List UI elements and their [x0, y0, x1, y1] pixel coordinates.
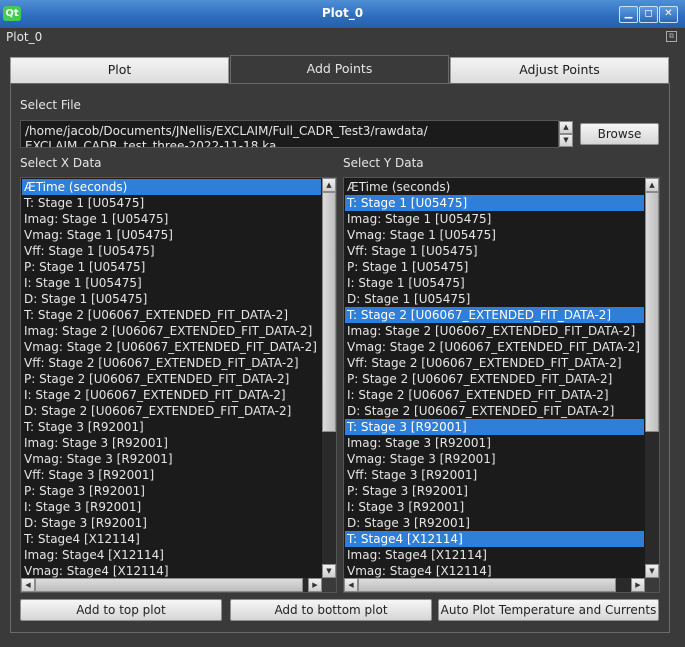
x-list-scroll-thumb[interactable]	[322, 192, 336, 432]
scroll-up-arrow-icon[interactable]: ▲	[559, 121, 573, 134]
tab-bar: Plot Add Points Adjust Points	[10, 55, 670, 84]
float-dock-icon[interactable]: ⧉	[666, 31, 677, 42]
tab-adjust-points[interactable]: Adjust Points	[450, 57, 669, 83]
scroll-left-arrow-icon[interactable]: ◀	[344, 578, 358, 592]
list-item[interactable]: I: Stage 2 [U06067_EXTENDED_FIT_DATA-2]	[345, 387, 644, 403]
list-item[interactable]: Vff: Stage 3 [R92001]	[22, 467, 321, 483]
dock-title-bar: Plot_0 ⧉	[0, 28, 685, 50]
browse-button[interactable]: Browse	[580, 123, 659, 145]
list-item[interactable]: Imag: Stage4 [X12114]	[345, 547, 644, 563]
y-data-list[interactable]: ÆTime (seconds) T: Stage 1 [U05475] Imag: …	[343, 177, 660, 593]
list-item[interactable]: T: Stage 3 [R92001]	[22, 419, 321, 435]
file-path-line-1: /home/jacob/Documents/JNellis/EXCLAIM/Fu…	[25, 124, 428, 138]
x-list-horizontal-scrollbar[interactable]: ◀ ▶	[21, 578, 322, 592]
list-item[interactable]: T: Stage 1 [U05475]	[345, 195, 644, 211]
scroll-corner	[645, 578, 659, 592]
list-item[interactable]: Imag: Stage 3 [R92001]	[22, 435, 321, 451]
tab-add-points[interactable]: Add Points	[230, 55, 449, 84]
list-item[interactable]: I: Stage 3 [R92001]	[345, 499, 644, 515]
list-item[interactable]: Vmag: Stage 1 [U05475]	[22, 227, 321, 243]
window-title: Plot_0	[321, 6, 364, 20]
scroll-up-arrow-icon[interactable]: ▲	[645, 178, 659, 192]
x-data-items: ÆTime (seconds) T: Stage 1 [U05475] Imag: …	[22, 179, 321, 579]
maximize-button[interactable]: ◻	[639, 6, 658, 23]
x-data-list[interactable]: ÆTime (seconds) T: Stage 1 [U05475] Imag: …	[20, 177, 337, 593]
y-list-hscroll-thumb[interactable]	[358, 578, 616, 592]
list-item[interactable]: Vmag: Stage4 [X12114]	[345, 563, 644, 579]
list-item[interactable]: Imag: Stage 3 [R92001]	[345, 435, 644, 451]
list-item[interactable]: Vmag: Stage 1 [U05475]	[345, 227, 644, 243]
list-item[interactable]: Vff: Stage 2 [U06067_EXTENDED_FIT_DATA-2…	[345, 355, 644, 371]
list-item[interactable]: Vmag: Stage 2 [U06067_EXTENDED_FIT_DATA-…	[22, 339, 321, 355]
title-bar[interactable]: Qt Plot_0 ▁ ◻ ✕	[0, 0, 685, 29]
list-item[interactable]: T: Stage 1 [U05475]	[22, 195, 321, 211]
select-file-label: Select File	[20, 98, 81, 112]
list-item[interactable]: P: Stage 2 [U06067_EXTENDED_FIT_DATA-2]	[345, 371, 644, 387]
list-item[interactable]: I: Stage 1 [U05475]	[345, 275, 644, 291]
list-item[interactable]: Imag: Stage 2 [U06067_EXTENDED_FIT_DATA-…	[345, 323, 644, 339]
list-item[interactable]: D: Stage 1 [U05475]	[22, 291, 321, 307]
y-list-vertical-scrollbar[interactable]: ▲ ▼	[645, 178, 659, 578]
list-item[interactable]: Imag: Stage 1 [U05475]	[345, 211, 644, 227]
y-data-items: ÆTime (seconds) T: Stage 1 [U05475] Imag: …	[345, 179, 644, 579]
list-item[interactable]: D: Stage 3 [R92001]	[345, 515, 644, 531]
scroll-down-arrow-icon[interactable]: ▼	[322, 564, 336, 578]
list-item[interactable]: Vmag: Stage 3 [R92001]	[22, 451, 321, 467]
dock-title: Plot_0	[6, 30, 43, 44]
y-list-horizontal-scrollbar[interactable]: ◀ ▶	[344, 578, 645, 592]
list-item[interactable]: D: Stage 3 [R92001]	[22, 515, 321, 531]
list-item[interactable]: Imag: Stage 1 [U05475]	[22, 211, 321, 227]
scroll-corner	[322, 578, 336, 592]
list-item[interactable]: Vmag: Stage 3 [R92001]	[345, 451, 644, 467]
list-item[interactable]: D: Stage 2 [U06067_EXTENDED_FIT_DATA-2]	[22, 403, 321, 419]
list-item[interactable]: I: Stage 3 [R92001]	[22, 499, 321, 515]
scroll-left-arrow-icon[interactable]: ◀	[21, 578, 35, 592]
select-y-data-label: Select Y Data	[343, 156, 424, 170]
list-item[interactable]: D: Stage 1 [U05475]	[345, 291, 644, 307]
y-list-scroll-thumb[interactable]	[645, 192, 659, 432]
list-item[interactable]: ÆTime (seconds)	[22, 179, 321, 195]
list-item[interactable]: D: Stage 2 [U06067_EXTENDED_FIT_DATA-2]	[345, 403, 644, 419]
list-item[interactable]: P: Stage 3 [R92001]	[345, 483, 644, 499]
x-list-vertical-scrollbar[interactable]: ▲ ▼	[322, 178, 336, 578]
list-item[interactable]: Imag: Stage4 [X12114]	[22, 547, 321, 563]
list-item[interactable]: Imag: Stage 2 [U06067_EXTENDED_FIT_DATA-…	[22, 323, 321, 339]
scroll-right-arrow-icon[interactable]: ▶	[631, 578, 645, 592]
list-item[interactable]: P: Stage 2 [U06067_EXTENDED_FIT_DATA-2]	[22, 371, 321, 387]
file-path-field[interactable]: /home/jacob/Documents/JNellis/EXCLAIM/Fu…	[20, 120, 559, 148]
scroll-down-arrow-icon[interactable]: ▼	[559, 134, 573, 147]
list-item[interactable]: P: Stage 1 [U05475]	[345, 259, 644, 275]
scroll-down-arrow-icon[interactable]: ▼	[645, 564, 659, 578]
add-to-top-plot-button[interactable]: Add to top plot	[20, 599, 222, 621]
list-item[interactable]: P: Stage 3 [R92001]	[22, 483, 321, 499]
list-item[interactable]: Vmag: Stage 2 [U06067_EXTENDED_FIT_DATA-…	[345, 339, 644, 355]
list-item[interactable]: P: Stage 1 [U05475]	[22, 259, 321, 275]
scroll-right-arrow-icon[interactable]: ▶	[308, 578, 322, 592]
scroll-up-arrow-icon[interactable]: ▲	[322, 178, 336, 192]
list-item[interactable]: T: Stage 2 [U06067_EXTENDED_FIT_DATA-2]	[345, 307, 644, 323]
select-x-data-label: Select X Data	[20, 156, 102, 170]
file-path-line-2: EXCLAIM_CADR_test_three-2022-11-18.ka	[25, 139, 277, 148]
minimize-button[interactable]: ▁	[619, 6, 638, 23]
x-list-hscroll-thumb[interactable]	[35, 578, 303, 592]
list-item[interactable]: T: Stage 3 [R92001]	[345, 419, 644, 435]
tab-plot[interactable]: Plot	[10, 57, 229, 83]
close-button[interactable]: ✕	[659, 6, 678, 23]
list-item[interactable]: I: Stage 1 [U05475]	[22, 275, 321, 291]
list-item[interactable]: Vff: Stage 1 [U05475]	[345, 243, 644, 259]
list-item[interactable]: I: Stage 2 [U06067_EXTENDED_FIT_DATA-2]	[22, 387, 321, 403]
list-item[interactable]: T: Stage4 [X12114]	[345, 531, 644, 547]
list-item[interactable]: Vff: Stage 1 [U05475]	[22, 243, 321, 259]
add-to-bottom-plot-button[interactable]: Add to bottom plot	[230, 599, 432, 621]
list-item[interactable]: T: Stage 2 [U06067_EXTENDED_FIT_DATA-2]	[22, 307, 321, 323]
list-item[interactable]: T: Stage4 [X12114]	[22, 531, 321, 547]
list-item[interactable]: Vmag: Stage4 [X12114]	[22, 563, 321, 579]
list-item[interactable]: Vff: Stage 3 [R92001]	[345, 467, 644, 483]
list-item[interactable]: ÆTime (seconds)	[345, 179, 644, 195]
list-item[interactable]: Vff: Stage 2 [U06067_EXTENDED_FIT_DATA-2…	[22, 355, 321, 371]
auto-plot-button[interactable]: Auto Plot Temperature and Currents	[438, 599, 659, 621]
